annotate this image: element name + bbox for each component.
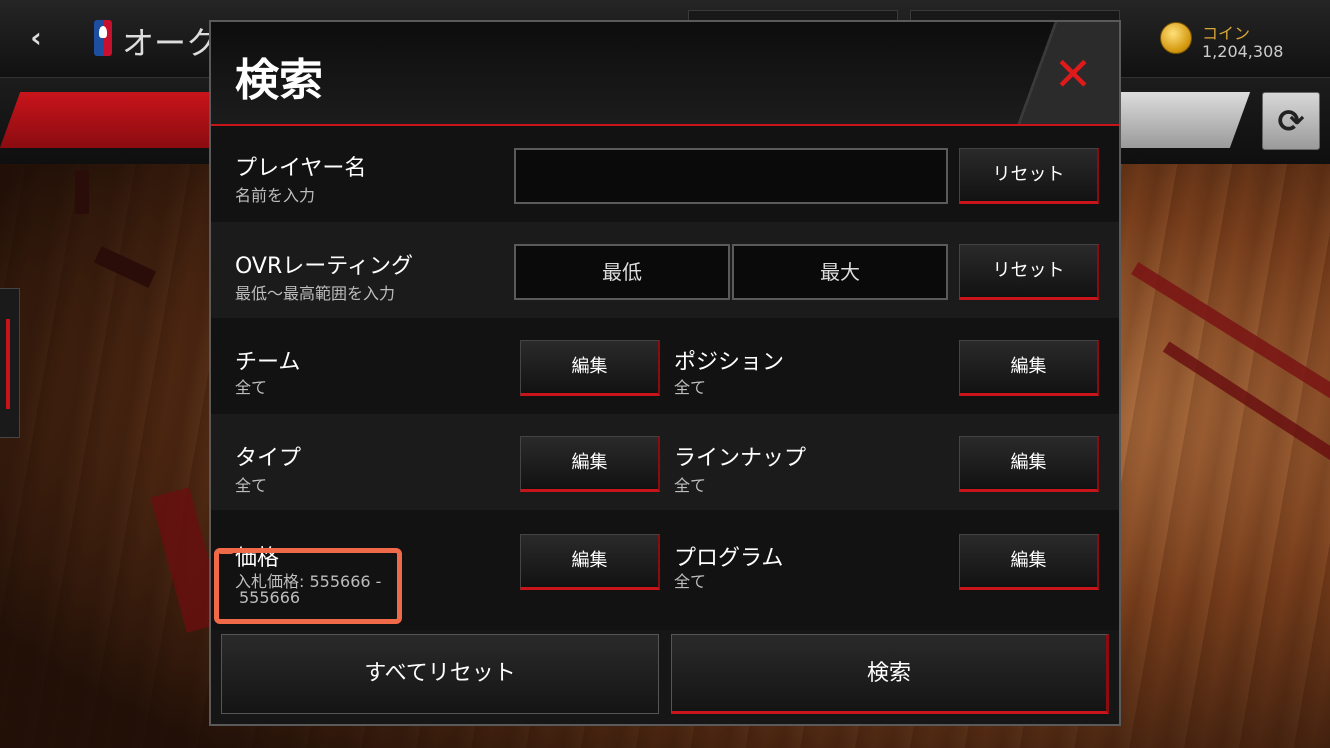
court-line <box>75 170 89 214</box>
program-edit-button[interactable]: 編集 <box>959 534 1099 590</box>
player-name-reset-button[interactable]: リセット <box>959 148 1099 204</box>
player-name-hint: 名前を入力 <box>235 186 316 205</box>
program-value: 全て <box>674 572 707 591</box>
side-drawer-handle[interactable] <box>0 288 20 438</box>
modal-header: 検索 ✕ <box>211 22 1119 126</box>
type-label: タイプ <box>235 446 302 471</box>
close-icon[interactable]: ✕ <box>1051 51 1095 97</box>
lineup-label: ラインナップ <box>674 446 807 471</box>
position-label: ポジション <box>674 350 785 375</box>
tab-active[interactable] <box>0 92 241 148</box>
modal-title: 検索 <box>235 55 323 106</box>
player-name-input[interactable] <box>514 148 948 204</box>
refresh-icon: ⟳ <box>1277 102 1305 140</box>
type-lineup-row: タイプ 全て 編集 ラインナップ 全て 編集 <box>211 414 1119 510</box>
team-label: チーム <box>235 350 301 375</box>
refresh-button[interactable]: ⟳ <box>1262 92 1320 150</box>
ovr-row: OVRレーティング 最低〜最高範囲を入力 最低 最大 リセット <box>211 222 1119 318</box>
position-value: 全て <box>674 378 707 397</box>
price-edit-button[interactable]: 編集 <box>520 534 660 590</box>
screen-title: オーク <box>122 24 219 62</box>
team-position-row: チーム 全て 編集 ポジション 全て 編集 <box>211 318 1119 414</box>
ovr-reset-button[interactable]: リセット <box>959 244 1099 300</box>
ovr-max-input[interactable]: 最大 <box>732 244 948 300</box>
type-edit-button[interactable]: 編集 <box>520 436 660 492</box>
nba-logo <box>94 20 112 56</box>
ovr-hint: 最低〜最高範囲を入力 <box>235 284 396 303</box>
search-button[interactable]: 検索 <box>671 634 1109 714</box>
lineup-value: 全て <box>674 476 707 495</box>
lineup-edit-button[interactable]: 編集 <box>959 436 1099 492</box>
team-edit-button[interactable]: 編集 <box>520 340 660 396</box>
player-name-row: プレイヤー名 名前を入力 リセット <box>211 126 1119 222</box>
annotation-mark <box>218 548 234 554</box>
back-icon[interactable]: ‹ <box>20 22 52 54</box>
coin-label: コイン <box>1202 24 1251 43</box>
coin-icon <box>1160 22 1192 54</box>
type-value: 全て <box>235 476 268 495</box>
annotation-highlight <box>214 548 402 624</box>
tab-inactive[interactable] <box>1099 92 1251 148</box>
player-name-label: プレイヤー名 <box>235 156 367 181</box>
position-edit-button[interactable]: 編集 <box>959 340 1099 396</box>
coin-amount: 1,204,308 <box>1202 42 1284 61</box>
reset-all-button[interactable]: すべてリセット <box>221 634 659 714</box>
ovr-min-input[interactable]: 最低 <box>514 244 730 300</box>
ovr-label: OVRレーティング <box>235 254 413 279</box>
team-value: 全て <box>235 378 268 397</box>
